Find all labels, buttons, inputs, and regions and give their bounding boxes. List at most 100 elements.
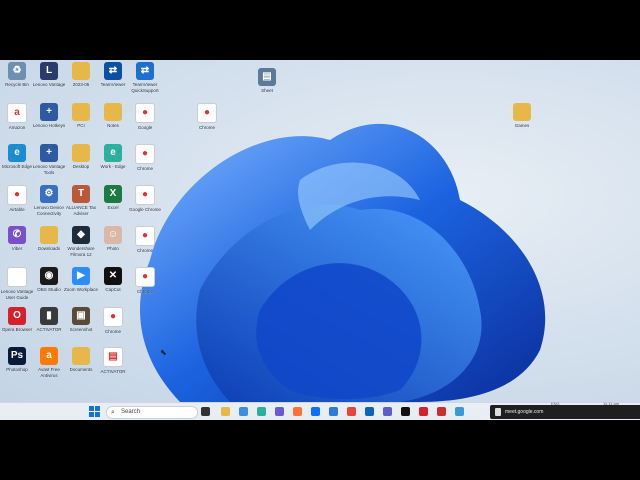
- desktop-icon[interactable]: ● Airtable: [0, 185, 34, 213]
- desktop-icon-label: TeamViewer QuickSupport: [131, 82, 159, 93]
- desktop-icon[interactable]: ● Chrome: [190, 103, 224, 131]
- desktop-icon-label: Chrome: [136, 166, 153, 171]
- desktop-icon[interactable]: ♻ Recycle Bin: [0, 62, 34, 88]
- desktop-icon-label: Chrome: [136, 248, 153, 253]
- desktop-icon[interactable]: 2023-05: [64, 62, 98, 88]
- desktop-icon[interactable]: e Work - Edge: [96, 144, 130, 170]
- desktop-icon[interactable]: Lenovo Vantage User Guide: [0, 267, 34, 300]
- desktop-icon-image: [72, 62, 90, 80]
- desktop-icon[interactable]: ● Chrome: [128, 226, 162, 254]
- desktop-icon-label: Lenovo Hotkeys: [32, 123, 66, 128]
- desktop-icon-image: ●: [135, 226, 155, 246]
- desktop-icon[interactable]: ▶ Zoom Workplace: [64, 267, 98, 293]
- app-icon[interactable]: [419, 407, 428, 416]
- desktop-icon[interactable]: ● Google: [128, 103, 162, 131]
- desktop-icon-image: [72, 144, 90, 162]
- desktop-icon[interactable]: ▮ ACTIVATOR: [32, 307, 66, 333]
- desktop-icon[interactable]: a Avast Free Antivirus: [32, 347, 66, 378]
- desktop-icon-image: Ps: [8, 347, 26, 365]
- desktop-icon[interactable]: ● Google Chrome: [128, 185, 162, 213]
- store-icon[interactable]: [329, 407, 338, 416]
- desktop-icon[interactable]: ◉ OBS Studio: [32, 267, 66, 293]
- desktop-icon[interactable]: a Amazon: [0, 103, 34, 131]
- desktop-icon-label: Wondershare Filmora 12: [67, 246, 95, 257]
- desktop-icon-image: [104, 103, 122, 121]
- desktop-icon-image: ◆: [72, 226, 90, 244]
- desktop-icon[interactable]: Notes: [96, 103, 130, 129]
- copilot-icon[interactable]: [275, 407, 284, 416]
- desktop-icon-image: a: [7, 103, 27, 123]
- desktop-icon[interactable]: L Lenovo Vantage: [32, 62, 66, 88]
- desktop-icon-label: Desktop: [72, 164, 90, 169]
- desktop-icon-image: ●: [135, 185, 155, 205]
- desktop-icon-image: +: [40, 144, 58, 162]
- desktop-icon[interactable]: ⚙ Lenovo Device Connectivity: [32, 185, 66, 216]
- desktop-icon[interactable]: Ps Photoshop: [0, 347, 34, 373]
- desktop-icon[interactable]: ⇄ TeamViewer QuickSupport: [128, 62, 162, 93]
- letterbox-top: [0, 0, 640, 60]
- search-placeholder: Search: [121, 409, 141, 415]
- desktop-icon-label: Lenovo Device Connectivity: [34, 205, 64, 216]
- photos-icon[interactable]: [239, 407, 248, 416]
- desktop-icon-image: +: [40, 103, 58, 121]
- taskbar-search[interactable]: ⌕ Search: [106, 406, 198, 419]
- desktop-icon[interactable]: Desktop: [64, 144, 98, 170]
- desktop-icon-image: ⚙: [40, 185, 58, 203]
- desktop-icon[interactable]: ▤ Sheet: [250, 68, 284, 94]
- desktop-icon[interactable]: ▤ ACTIVATOR: [96, 347, 130, 375]
- desktop-icon[interactable]: ▣ Screenshot: [64, 307, 98, 333]
- app-icon-3[interactable]: [455, 407, 464, 416]
- desktop-icon[interactable]: PCI: [64, 103, 98, 129]
- file-explorer-icon[interactable]: [221, 407, 230, 416]
- desktop-icon-label: Work - Edge: [100, 164, 126, 169]
- desktop-icon-label: Google Chrome: [129, 207, 161, 212]
- notification-toast[interactable]: meet.google.com: [490, 405, 640, 419]
- desktop-icon-label: Chrome: [104, 329, 121, 334]
- desktop-icon-image: e: [104, 144, 122, 162]
- desktop-icon[interactable]: ● Chrome: [96, 307, 130, 335]
- desktop-icon-label: Lenovo Vantage Tools: [32, 164, 66, 175]
- desktop-icon[interactable]: ⇄ TeamViewer: [96, 62, 130, 88]
- capcut-icon[interactable]: [401, 407, 410, 416]
- letterbox-bottom: [0, 420, 640, 480]
- desktop-icon-image: ⇄: [104, 62, 122, 80]
- desktop-icon[interactable]: T ALLIANCE Tax Adviser: [64, 185, 98, 216]
- firefox-icon[interactable]: [293, 407, 302, 416]
- task-view-icon[interactable]: [201, 407, 210, 416]
- desktop-icon-label: ACTIVATOR: [36, 327, 62, 332]
- desktop-icon-label: Excel: [107, 205, 119, 210]
- desktop-icon[interactable]: ✕ CapCut: [96, 267, 130, 293]
- desktop-icon-image: ✕: [104, 267, 122, 285]
- desktop-icon[interactable]: + Lenovo Vantage Tools: [32, 144, 66, 175]
- desktop-icon-label: Chrome: [198, 125, 215, 130]
- desktop-icon[interactable]: ☺ Photo: [96, 226, 130, 252]
- outlook-icon[interactable]: [365, 407, 374, 416]
- desktop-icon[interactable]: O Opera Browser: [0, 307, 34, 333]
- desktop-icon[interactable]: X Excel: [96, 185, 130, 211]
- toast-text: meet.google.com: [505, 409, 544, 415]
- desktop-icon-image: ◉: [40, 267, 58, 285]
- teams-icon[interactable]: [383, 407, 392, 416]
- desktop-icon-label: Airtable: [9, 207, 25, 212]
- desktop[interactable]: ♻ Recycle Bin L Lenovo Vantage 2023-05 ⇄ TeamV…: [0, 60, 640, 402]
- app-icon-2[interactable]: [437, 407, 446, 416]
- desktop-icon[interactable]: ● Chrome: [128, 144, 162, 172]
- desktop-icon[interactable]: + Lenovo Hotkeys: [32, 103, 66, 129]
- start-button[interactable]: [89, 406, 100, 417]
- desktop-icon[interactable]: Documents: [64, 347, 98, 373]
- desktop-icon[interactable]: Games: [505, 103, 539, 129]
- desktop-icon[interactable]: ◆ Wondershare Filmora 12: [64, 226, 98, 257]
- desktop-icon-label: CapCut: [105, 287, 121, 292]
- chrome-icon[interactable]: [347, 407, 356, 416]
- desktop-icon-label: Recycle Bin: [5, 82, 29, 87]
- desktop-icon[interactable]: ● Chrome: [128, 267, 162, 295]
- desktop-icon[interactable]: Downloads: [32, 226, 66, 252]
- desktop-icon-image: ▮: [40, 307, 58, 325]
- desktop-icon[interactable]: ✆ Viber: [0, 226, 34, 252]
- edge-icon[interactable]: [257, 407, 266, 416]
- dropbox-icon[interactable]: [311, 407, 320, 416]
- desktop-icon-label: Documents: [69, 367, 93, 372]
- desktop-icon-image: ●: [197, 103, 217, 123]
- desktop-icon[interactable]: e Microsoft Edge: [0, 144, 34, 170]
- desktop-icon-image: [72, 103, 90, 121]
